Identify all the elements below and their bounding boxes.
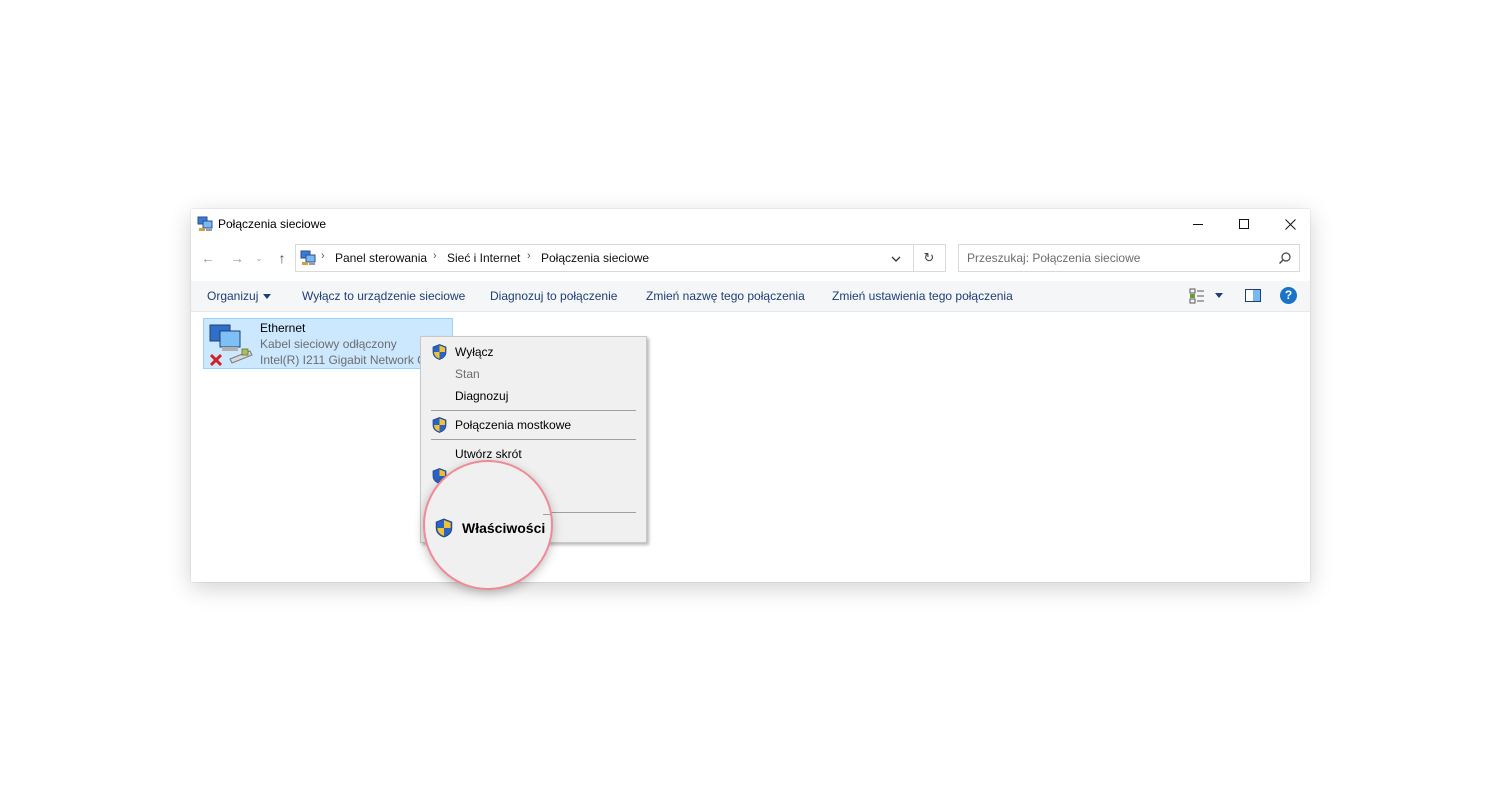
- change-settings-button[interactable]: Zmień ustawienia tego połączenia: [832, 289, 1013, 303]
- chevron-right-icon[interactable]: ›: [433, 250, 437, 262]
- menu-separator: [431, 410, 636, 411]
- menu-item-label: Połączenia mostkowe: [455, 418, 572, 432]
- menu-item-disable[interactable]: Wyłącz: [421, 341, 646, 363]
- maximize-button[interactable]: [1221, 209, 1267, 239]
- breadcrumb-network-connections[interactable]: Połączenia sieciowe: [541, 251, 649, 265]
- magnifier-callout: Właściwości: [423, 460, 553, 590]
- menu-item-status: Stan: [421, 363, 646, 385]
- refresh-button[interactable]: ↻: [913, 244, 946, 272]
- menu-item-label: Stan: [455, 367, 480, 381]
- help-button[interactable]: ?: [1280, 287, 1297, 304]
- chevron-down-icon[interactable]: [888, 251, 904, 267]
- maximize-icon: [1239, 219, 1249, 229]
- network-connections-icon: [300, 250, 316, 265]
- connection-item-ethernet[interactable]: Ethernet Kabel sieciowy odłączony Intel(…: [203, 318, 453, 369]
- menu-item-create-shortcut[interactable]: Utwórz skrót: [421, 443, 646, 465]
- minimize-icon: [1193, 224, 1203, 225]
- shield-icon: [432, 344, 447, 360]
- network-connections-window: Połączenia sieciowe ← → ⌄ ↑ › Panel ster…: [191, 209, 1310, 582]
- connections-list: Ethernet Kabel sieciowy odłączony Intel(…: [191, 312, 1310, 582]
- shield-icon: [435, 518, 453, 538]
- ethernet-adapter-icon: [209, 324, 253, 367]
- breadcrumb-network-internet[interactable]: Sieć i Internet: [447, 251, 520, 265]
- rename-connection-button[interactable]: Zmień nazwę tego połączenia: [646, 289, 805, 303]
- network-connections-icon: [197, 216, 213, 231]
- change-view-icon[interactable]: [1189, 288, 1205, 304]
- menu-item-label: Utwórz skrót: [455, 447, 522, 461]
- preview-pane-icon[interactable]: [1245, 289, 1261, 302]
- menu-separator: [543, 514, 551, 515]
- connection-status: Kabel sieciowy odłączony: [260, 337, 397, 351]
- disable-device-button[interactable]: Wyłącz to urządzenie sieciowe: [302, 289, 465, 303]
- window-title: Połączenia sieciowe: [218, 217, 327, 231]
- back-button[interactable]: ←: [199, 249, 217, 267]
- caret-down-icon: [263, 294, 272, 300]
- search-placeholder: Przeszukaj: Połączenia sieciowe: [967, 251, 1141, 265]
- search-input[interactable]: Przeszukaj: Połączenia sieciowe: [958, 244, 1300, 272]
- close-button[interactable]: [1267, 209, 1313, 239]
- chevron-right-icon[interactable]: ›: [321, 250, 325, 262]
- menu-item-properties[interactable]: Właściwości: [462, 520, 545, 536]
- menu-item-label: Wyłącz: [455, 345, 494, 359]
- view-options-dropdown[interactable]: [1215, 293, 1223, 298]
- organize-menu[interactable]: Organizuj: [207, 289, 272, 303]
- breadcrumb-control-panel[interactable]: Panel sterowania: [335, 251, 427, 265]
- connection-adapter: Intel(R) I211 Gigabit Network C: [260, 353, 426, 367]
- search-icon: [1279, 252, 1291, 264]
- chevron-right-icon[interactable]: ›: [527, 250, 531, 262]
- navigation-bar: ← → ⌄ ↑ › Panel sterowania › Sieć i Inte…: [191, 243, 1310, 274]
- shield-icon: [432, 417, 447, 433]
- recent-locations-button[interactable]: ⌄: [253, 249, 265, 267]
- menu-item-label: Diagnozuj: [455, 389, 509, 403]
- up-button[interactable]: ↑: [273, 249, 291, 267]
- menu-separator: [431, 439, 636, 440]
- address-bar[interactable]: › Panel sterowania › Sieć i Internet › P…: [295, 244, 914, 272]
- menu-item-diagnose[interactable]: Diagnozuj: [421, 385, 646, 407]
- menu-item-bridge-connections[interactable]: Połączenia mostkowe: [421, 414, 646, 436]
- command-bar: Organizuj Wyłącz to urządzenie sieciowe …: [191, 281, 1310, 312]
- close-icon: [1284, 218, 1296, 230]
- forward-button[interactable]: →: [228, 249, 246, 267]
- title-bar[interactable]: Połączenia sieciowe: [191, 209, 1310, 239]
- organize-label: Organizuj: [207, 289, 259, 303]
- minimize-button[interactable]: [1175, 209, 1221, 239]
- refresh-icon: ↻: [923, 250, 935, 265]
- diagnose-connection-button[interactable]: Diagnozuj to połączenie: [490, 289, 617, 303]
- connection-name: Ethernet: [260, 321, 306, 335]
